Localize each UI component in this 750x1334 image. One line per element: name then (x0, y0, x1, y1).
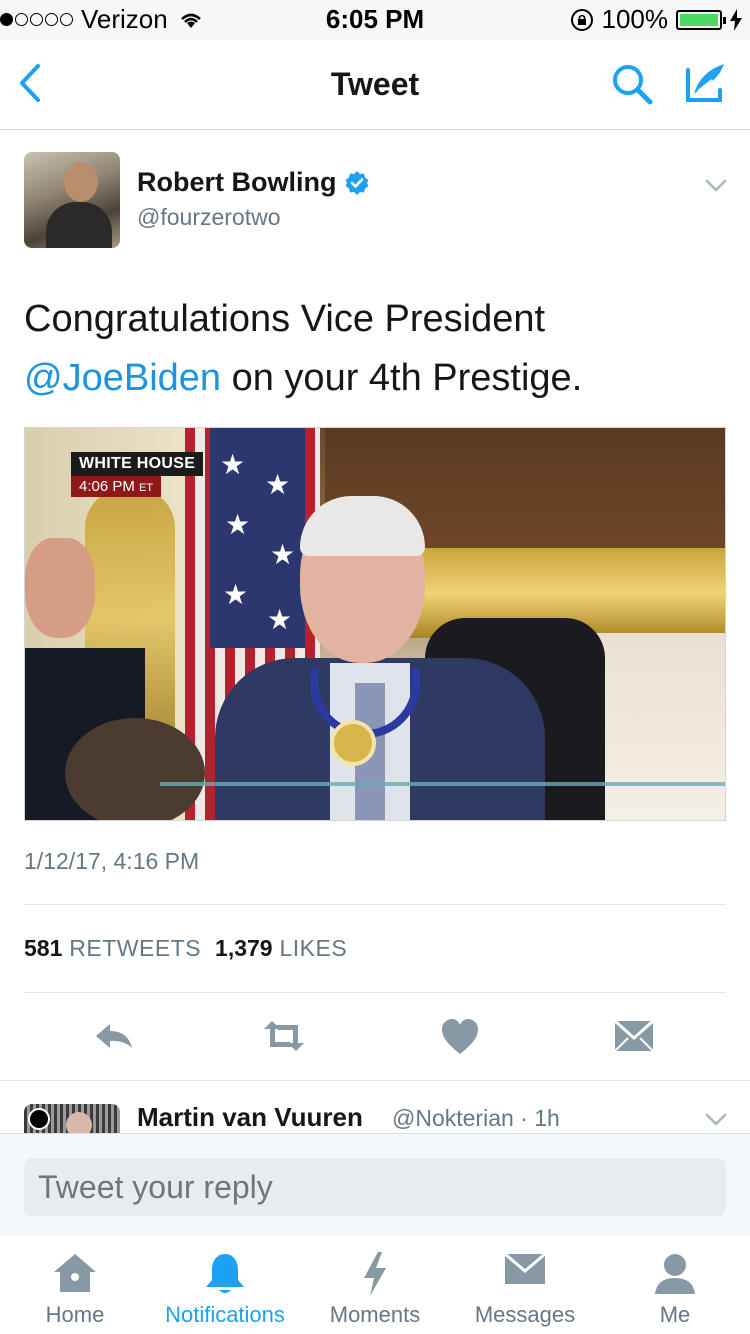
compose-icon[interactable] (680, 58, 730, 108)
tweet-text-line2: @JoeBiden on your 4th Prestige. (24, 349, 724, 408)
person-icon (655, 1254, 695, 1294)
tab-notifications[interactable]: Notifications (150, 1236, 300, 1334)
reply-icon[interactable] (92, 1014, 136, 1058)
like-icon[interactable] (438, 1014, 482, 1058)
search-icon[interactable] (608, 60, 656, 108)
tab-notifications-label: Notifications (165, 1302, 285, 1327)
retweets-label: RETWEETS (69, 935, 202, 961)
status-bar-right: 100% (570, 4, 742, 35)
tweet-text: Congratulations Vice President @JoeBiden… (24, 290, 724, 408)
nav-bar: Tweet (0, 40, 750, 130)
author-name-row[interactable]: Robert Bowling (137, 167, 370, 198)
tweet-timestamp: 1/12/17, 4:16 PM (24, 848, 200, 874)
lightning-icon (364, 1252, 386, 1296)
tweet-text-line1: Congratulations Vice President (24, 298, 546, 340)
divider (24, 992, 726, 993)
tweet-text-rest: on your 4th Prestige. (221, 357, 583, 399)
direct-message-icon[interactable] (612, 1014, 656, 1058)
tab-messages[interactable]: Messages (450, 1236, 600, 1334)
media-time-badge: 4:06 PM ET (71, 476, 162, 497)
chevron-down-icon[interactable] (704, 1112, 728, 1128)
verified-badge-icon (345, 170, 369, 195)
tab-me-label: Me (659, 1302, 691, 1327)
battery-percent: 100% (601, 4, 669, 34)
reply-author-avatar[interactable] (24, 1104, 120, 1134)
likes-stat[interactable]: 1,379 LIKES (215, 935, 347, 962)
chevron-down-icon[interactable] (704, 178, 728, 194)
tab-home[interactable]: Home (0, 1236, 150, 1334)
author-avatar[interactable] (24, 152, 120, 248)
tab-home-label: Home (45, 1302, 105, 1327)
retweet-icon[interactable] (262, 1014, 306, 1058)
tab-moments-label: Moments (329, 1302, 421, 1327)
envelope-icon (504, 1252, 546, 1284)
reply-input[interactable] (24, 1158, 726, 1216)
retweets-count: 581 (24, 935, 63, 961)
status-bar: Verizon 6:05 PM 100% (0, 0, 750, 40)
orientation-lock-icon (570, 8, 593, 31)
divider (24, 904, 726, 905)
retweets-stat[interactable]: 581 RETWEETS (24, 935, 201, 962)
author-handle[interactable]: @fourzerotwo (137, 204, 281, 231)
tweet-media-image[interactable]: ★ ★ ★ ★ ★ ★ WHITE HOUSE 4:06 PM ET (24, 427, 726, 821)
charging-icon (730, 8, 742, 31)
media-timezone: ET (139, 482, 154, 494)
mention-link[interactable]: @JoeBiden (24, 357, 221, 399)
divider (0, 1080, 750, 1081)
tweet-stats: 581 RETWEETS 1,379 LIKES (24, 935, 347, 962)
author-name[interactable]: Robert Bowling (137, 167, 336, 198)
media-location-badge: WHITE HOUSE (71, 452, 204, 476)
home-icon (54, 1254, 96, 1292)
likes-label: LIKES (279, 935, 348, 961)
reply-author-name[interactable]: Martin van Vuuren (137, 1102, 363, 1133)
likes-count: 1,379 (215, 935, 273, 961)
tab-moments[interactable]: Moments (300, 1236, 450, 1334)
media-time: 4:06 PM (79, 478, 135, 495)
tab-messages-label: Messages (474, 1302, 576, 1327)
battery-icon (676, 9, 726, 30)
bell-icon (206, 1254, 244, 1293)
reply-author-handle[interactable]: @Nokterian · 1h (392, 1105, 560, 1132)
tab-me[interactable]: Me (600, 1236, 750, 1334)
